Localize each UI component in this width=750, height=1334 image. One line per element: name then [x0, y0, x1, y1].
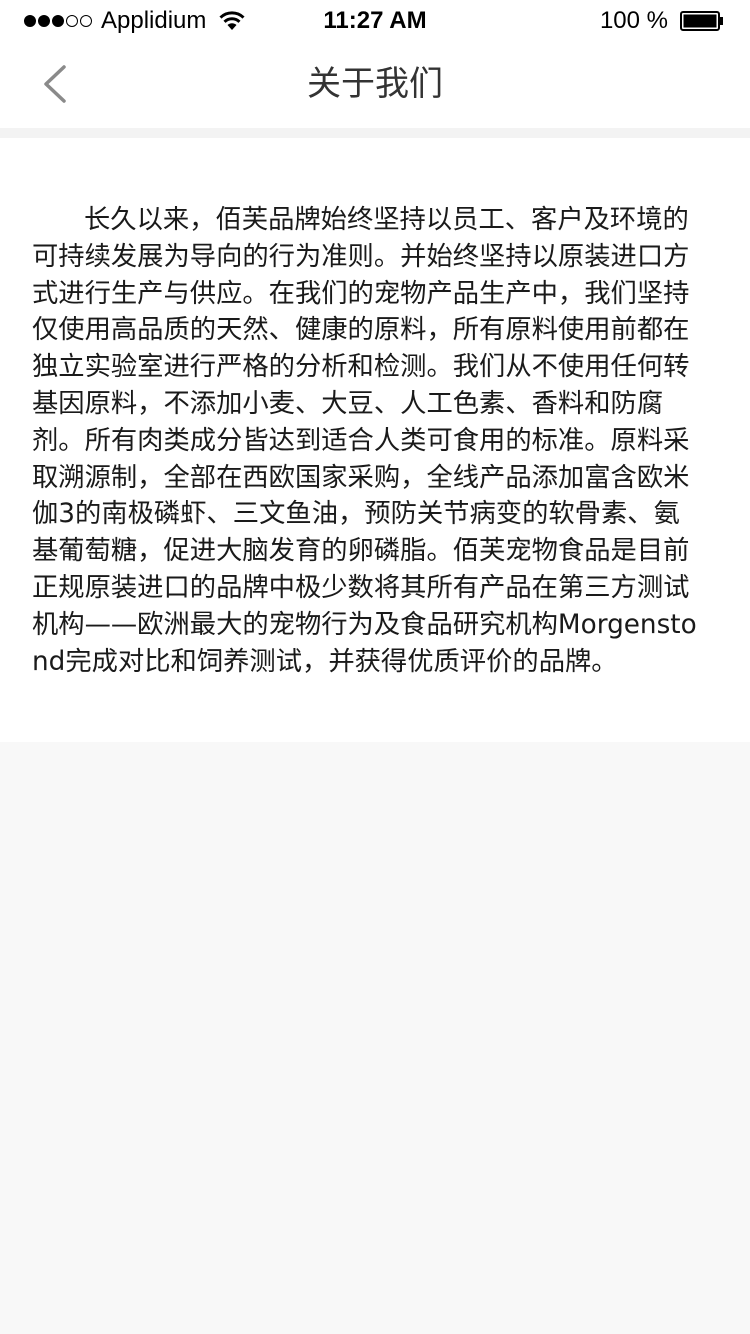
about-content-card: 长久以来，佰芙品牌始终坚持以员工、客户及环境的可持续发展为导向的行为准则。并始终…	[0, 138, 750, 742]
navigation-bar: 关于我们	[0, 40, 750, 128]
about-paragraph: 长久以来，佰芙品牌始终坚持以员工、客户及环境的可持续发展为导向的行为准则。并始终…	[32, 205, 697, 677]
battery-icon	[680, 11, 723, 31]
battery-percentage: 100 %	[599, 7, 668, 34]
status-bar: Applidium 11:27 AM 100 %	[0, 0, 750, 40]
page-title: 关于我们	[307, 64, 443, 104]
section-divider	[0, 128, 750, 138]
